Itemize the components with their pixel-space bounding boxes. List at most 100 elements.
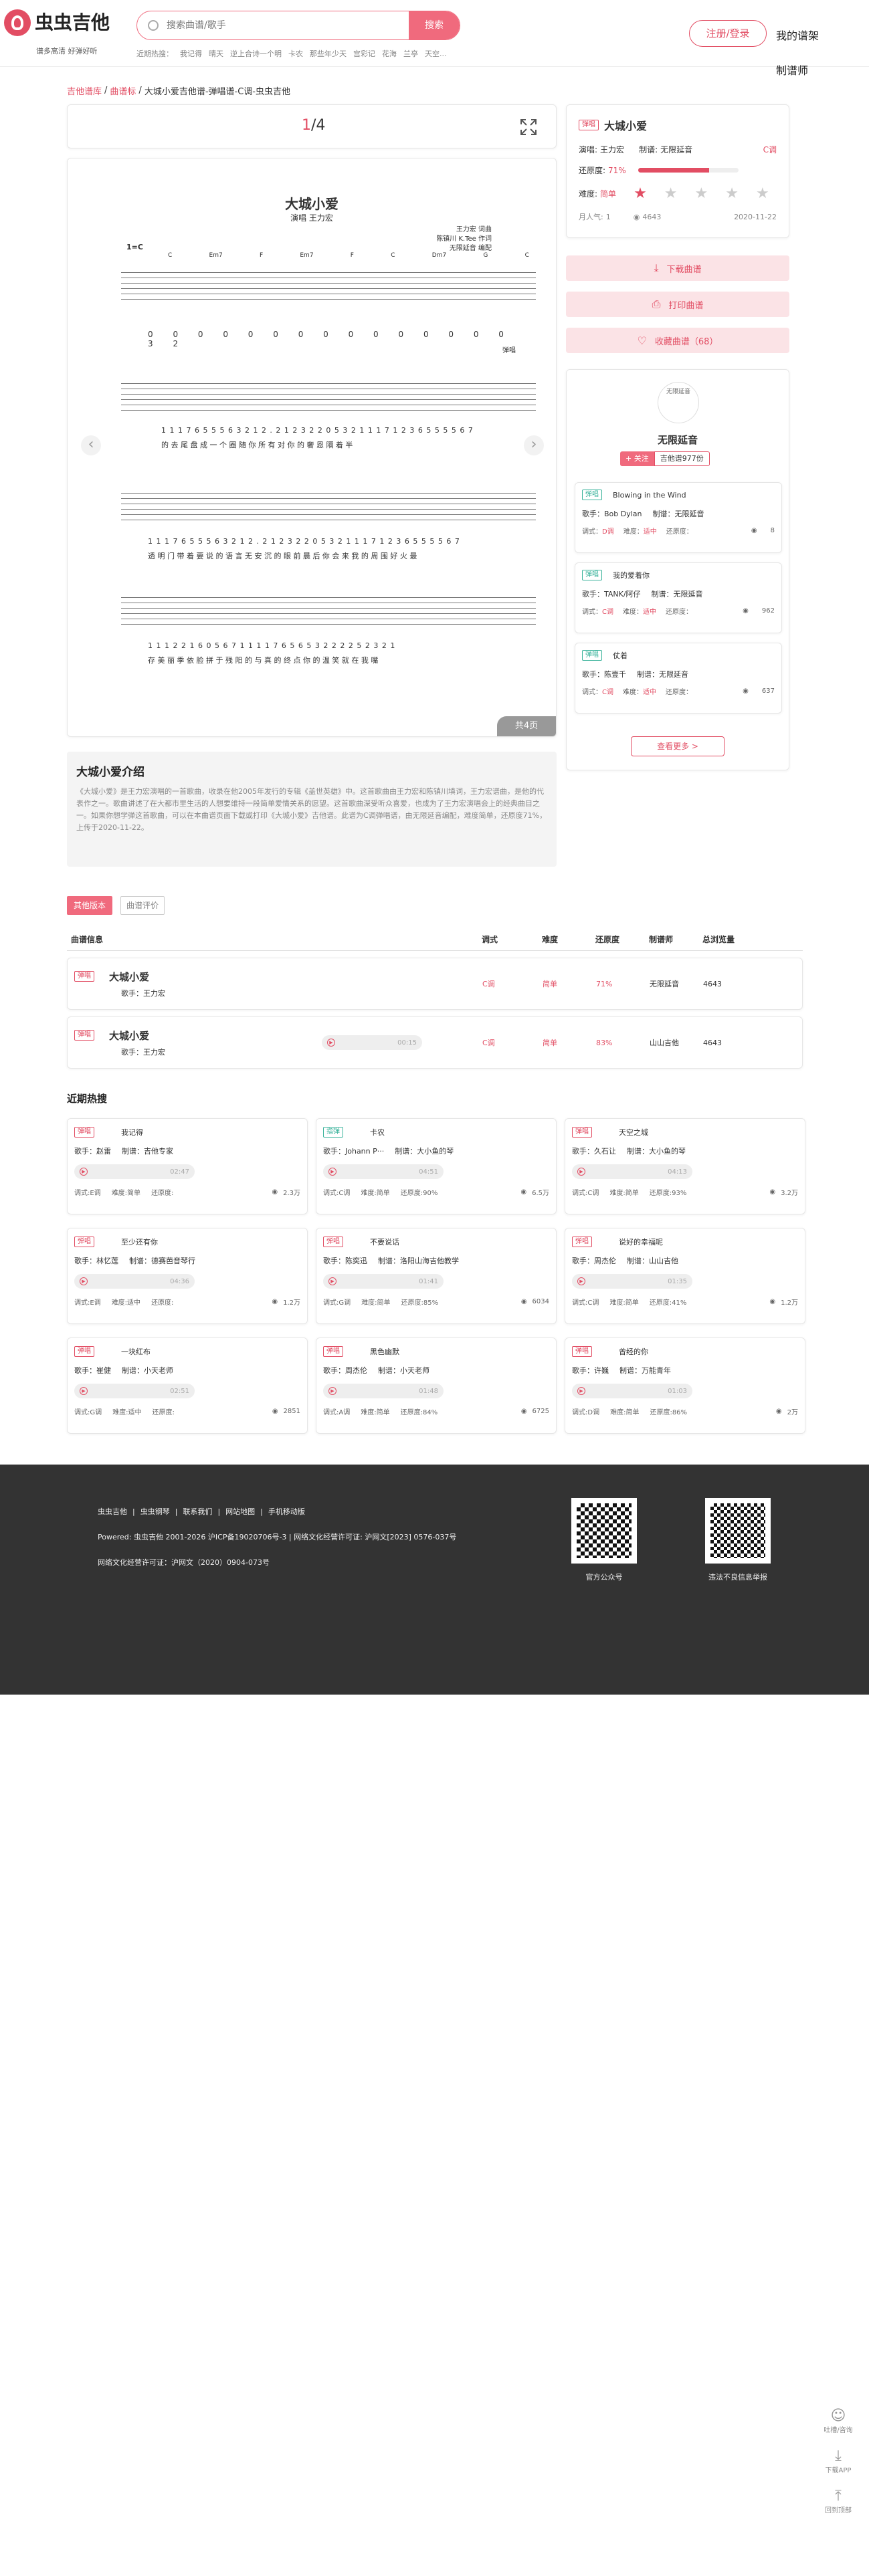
- hot-term[interactable]: 花海: [382, 48, 397, 59]
- hot-song-card[interactable]: 弹唱 我记得 歌手：赵雷 制谱：吉他专家 ▶ 02:47 调式:E调 难度:简单 还原度: ◉ 2.…: [67, 1118, 308, 1214]
- song-maker[interactable]: 无限延音: [660, 144, 692, 155]
- song-title[interactable]: 我记得: [121, 1127, 143, 1138]
- audio-player[interactable]: ▶ 02:51: [74, 1384, 195, 1398]
- hot-song-card[interactable]: 弹唱 说好的幸福呢 歌手：周杰伦 制谱：山山吉他 ▶ 01:35 调式:C调 难度:简单 还原度…: [565, 1228, 805, 1324]
- audio-player[interactable]: ▶ 04:51: [323, 1164, 444, 1179]
- star-icon: ★: [664, 185, 678, 202]
- author-song-card[interactable]: 弹唱 仗着 歌手： 陈壹千 制谱： 无限延音 调式： C调 难度： 适中 还原度： ◉ 637: [575, 643, 782, 714]
- song-title[interactable]: 一块红布: [121, 1346, 151, 1357]
- version-maker[interactable]: 山山吉他: [650, 1037, 703, 1048]
- song-title[interactable]: Blowing in the Wind: [613, 491, 686, 500]
- breadcrumb-home[interactable]: 吉他谱库: [67, 84, 102, 97]
- sheet-viewer: 大城小爱 演唱 王力宏 王力宏 词曲 陈镇川 K.Tee 作词 无限延音 编配 …: [67, 158, 557, 737]
- print-button[interactable]: ⎙ 打印曲谱: [566, 292, 789, 317]
- song-title[interactable]: 我的爱着你: [613, 570, 650, 580]
- footer-link[interactable]: 网站地图: [225, 1506, 255, 1517]
- table-row[interactable]: 弹唱 大城小爱 歌手：王力宏 ▶ 00:15 C调 简单 83% 山山吉他 4643: [67, 1016, 803, 1069]
- hot-song-card[interactable]: 弹唱 一块红布 歌手：崔健 制谱：小天老师 ▶ 02:51 调式:G调 难度:适中 还原度: ◉ 2…: [67, 1337, 308, 1434]
- chord-row: C Em7 F Em7 F C Dm7 G C: [168, 252, 529, 259]
- hot-term[interactable]: 我记得: [180, 48, 202, 59]
- footer-link[interactable]: 虫虫钢琴: [140, 1506, 170, 1517]
- nav-maker[interactable]: 制谱师: [776, 62, 808, 78]
- hot-term[interactable]: 晴天: [209, 48, 223, 59]
- song-tag: 弹唱: [323, 1346, 343, 1357]
- song-singer[interactable]: 王力宏: [600, 144, 624, 155]
- total-pages-badge: 共4页: [497, 716, 556, 736]
- song-restore: 还原度:: [151, 1299, 174, 1307]
- login-button[interactable]: 注册/登录: [689, 20, 767, 47]
- qr-code-wechat: [571, 1498, 637, 1564]
- hot-song-card[interactable]: 指弹 卡农 歌手：Johann P··· 制谱：大小鱼的琴 ▶ 04:51 调式:C调 难度:…: [316, 1118, 557, 1214]
- view-count: 6.5万: [532, 1190, 549, 1197]
- search-button[interactable]: 搜索: [409, 11, 460, 39]
- song-maker: 制谱：万能青年: [619, 1366, 671, 1375]
- hot-term[interactable]: 宫彩记: [353, 48, 375, 59]
- song-title[interactable]: 不要说话: [370, 1237, 399, 1247]
- qr-caption-wechat: 官方公众号: [585, 1573, 623, 1582]
- song-title[interactable]: 曾经的你: [619, 1346, 648, 1357]
- table-row[interactable]: 弹唱 大城小爱 歌手：王力宏 C调 简单 71% 无限延音 4643: [67, 958, 803, 1010]
- download-button[interactable]: ⤓ 下载曲谱: [566, 255, 789, 281]
- hot-term[interactable]: 卡农: [288, 48, 303, 59]
- song-title[interactable]: 黑色幽默: [370, 1346, 399, 1357]
- hot-term[interactable]: 那些年少天: [310, 48, 347, 59]
- score-count[interactable]: 吉他谱977份: [654, 451, 710, 466]
- footer-link[interactable]: 手机移动版: [268, 1506, 305, 1517]
- breadcrumb-category[interactable]: 曲谱标: [110, 84, 136, 97]
- version-title[interactable]: 大城小爱: [109, 970, 149, 984]
- audio-player[interactable]: ▶ 02:47: [74, 1164, 195, 1179]
- song-title[interactable]: 天空之城: [619, 1127, 648, 1138]
- song-singer: 歌手：周杰伦: [323, 1366, 367, 1375]
- favorite-button[interactable]: ♡ 收藏曲谱 （68）: [566, 328, 789, 353]
- audio-player[interactable]: ▶ 00:15: [322, 1035, 422, 1050]
- author-song-card[interactable]: 弹唱 我的爱着你 歌手： TANK/阿仔 制谱： 无限延音 调式： C调 难度： 适中 还原度： ◉ 9…: [575, 562, 782, 633]
- tab-other-versions[interactable]: 其他版本: [67, 896, 113, 915]
- version-maker[interactable]: 无限延音: [650, 978, 703, 989]
- tab-reviews[interactable]: 曲谱评价: [120, 896, 165, 915]
- footer-link[interactable]: 联系我们: [183, 1506, 212, 1517]
- my-scores-link[interactable]: 我的谱架: [776, 27, 819, 43]
- hot-term[interactable]: 兰亭: [403, 48, 418, 59]
- fullscreen-icon[interactable]: [520, 118, 537, 136]
- song-maker: 无限延音: [659, 670, 688, 679]
- more-button[interactable]: 查看更多 >: [631, 736, 725, 756]
- hot-song-card[interactable]: 弹唱 曾经的你 歌手：许巍 制谱：万能青年 ▶ 01:03 调式:D调 难度:简单 还原度:86…: [565, 1337, 805, 1434]
- audio-player[interactable]: ▶ 01:41: [323, 1274, 444, 1289]
- back-to-top-button[interactable]: ⤒ 回到顶部: [822, 2488, 855, 2514]
- author-avatar[interactable]: 无限延音: [658, 382, 699, 423]
- audio-player[interactable]: ▶ 01:35: [572, 1274, 692, 1289]
- hot-term[interactable]: 天空...: [425, 48, 447, 59]
- author-name[interactable]: 无限延音: [567, 433, 789, 447]
- song-title[interactable]: 说好的幸福呢: [619, 1237, 663, 1247]
- song-title[interactable]: 至少还有你: [121, 1237, 158, 1247]
- search-box: 搜索: [136, 11, 460, 40]
- audio-player[interactable]: ▶ 01:03: [572, 1384, 692, 1398]
- next-page-button[interactable]: ›: [524, 435, 544, 455]
- hot-song-card[interactable]: 弹唱 至少还有你 歌手：林忆莲 制谱：德赛芭音琴行 ▶ 04:36 调式:E调 难度:适中 还原…: [67, 1228, 308, 1324]
- audio-player[interactable]: ▶ 04:13: [572, 1164, 692, 1179]
- version-title[interactable]: 大城小爱: [109, 1029, 149, 1043]
- song-maker: 制谱：山山吉他: [627, 1257, 678, 1265]
- audio-player[interactable]: ▶ 04:36: [74, 1274, 195, 1289]
- eye-icon: ◉: [272, 1298, 278, 1305]
- song-title[interactable]: 仗着: [613, 650, 627, 661]
- author-song-card[interactable]: 弹唱 Blowing in the Wind 歌手： Bob Dylan 制谱： 无限延音…: [575, 482, 782, 553]
- logo[interactable]: 虫虫吉他: [4, 9, 110, 36]
- view-count: 2851: [283, 1408, 300, 1415]
- star-icon: ★: [725, 185, 739, 202]
- hot-song-card[interactable]: 弹唱 天空之城 歌手：久石让 制谱：大小鱼的琴 ▶ 04:13 调式:C调 难度:简单 还原度:…: [565, 1118, 805, 1214]
- song-maker: 制谱：德赛芭音琴行: [129, 1257, 195, 1265]
- footer-license: 网络文化经营许可证：沪网文（2020）0904-073号: [98, 1558, 270, 1567]
- follow-button[interactable]: + 关注: [620, 451, 654, 466]
- view-count: 637: [761, 687, 775, 695]
- download-app-button[interactable]: ⤓ 下载APP: [822, 2448, 855, 2474]
- song-title[interactable]: 卡农: [370, 1127, 385, 1138]
- hot-song-card[interactable]: 弹唱 黑色幽默 歌手：周杰伦 制谱：小天老师 ▶ 01:48 调式:A调 难度:简单 还原度:8…: [316, 1337, 557, 1434]
- footer-link[interactable]: 虫虫吉他: [98, 1506, 127, 1517]
- prev-page-button[interactable]: ‹: [81, 435, 101, 455]
- hot-song-card[interactable]: 弹唱 不要说话 歌手：陈奕迅 制谱：洛阳山海吉他教学 ▶ 01:41 调式:G调 难度:简单 还…: [316, 1228, 557, 1324]
- search-input[interactable]: [167, 20, 409, 31]
- hot-term[interactable]: 逆上合诗一个明: [230, 48, 282, 59]
- audio-player[interactable]: ▶ 01:48: [323, 1384, 444, 1398]
- feedback-button[interactable]: ☺ 吐槽/咨询: [822, 2407, 855, 2434]
